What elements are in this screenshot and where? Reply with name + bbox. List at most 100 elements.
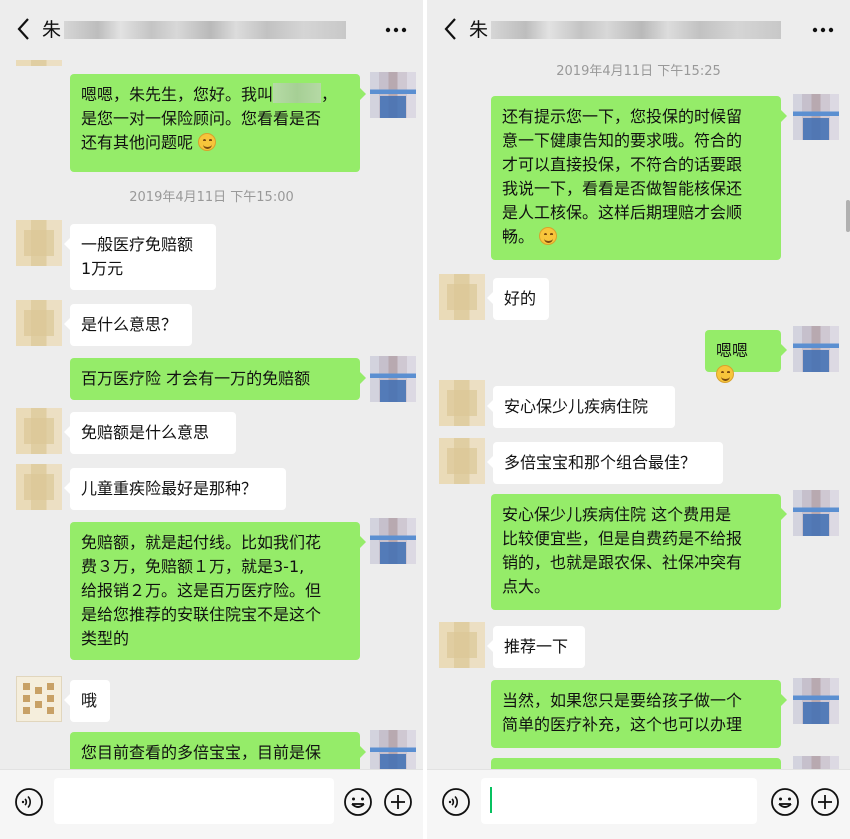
message-text: 意一下健康告知的要求哦。符合的 — [502, 131, 743, 150]
message-text: 推荐一下 — [504, 637, 569, 656]
message-text: ， — [321, 85, 338, 104]
message-text: 您目前查看的多倍宝宝，目前是保 — [81, 743, 322, 762]
message-bubble-other[interactable]: 推荐一下 — [487, 626, 585, 668]
avatar[interactable] — [439, 622, 485, 668]
message-text: 一般医疗免赔额 — [81, 235, 194, 254]
avatar-self[interactable] — [370, 730, 416, 769]
emoji-icon[interactable] — [343, 787, 373, 817]
message-bubble-self[interactable] — [491, 758, 781, 769]
voice-icon[interactable] — [441, 787, 471, 817]
message-input[interactable] — [54, 778, 334, 824]
message-text: 免赔额，就是起付线。比如我们花 — [81, 533, 322, 552]
message-text: 还有提示您一下，您投保的时候留 — [502, 107, 743, 126]
plus-icon[interactable] — [810, 787, 840, 817]
message-text: 还有其他问题呢 — [81, 133, 194, 152]
avatar-self[interactable] — [793, 678, 839, 724]
message-text: 多倍宝宝和那个组合最佳？ — [504, 453, 697, 472]
avatar[interactable] — [439, 274, 485, 320]
message-text: 当然，如果您只是要给孩子做一个 — [502, 691, 743, 710]
message-text: 销的，也就是跟农保、社保冲突有 — [502, 553, 743, 572]
message-bubble-self[interactable]: 您目前查看的多倍宝宝，目前是保 — [70, 732, 366, 769]
message-text: 简单的医疗补充，这个也可以办理 — [502, 715, 743, 734]
redacted-name — [273, 83, 322, 103]
avatar[interactable] — [439, 380, 485, 426]
message-text: 类型的 — [81, 629, 130, 648]
emoji-icon[interactable] — [770, 787, 800, 817]
text-caret — [490, 787, 492, 813]
message-text: 百万医疗险 才会有一万的免赔额 — [81, 369, 311, 388]
message-bubble-other[interactable]: 免赔额是什么意思 — [64, 412, 236, 454]
message-bubble-other[interactable]: 多倍宝宝和那个组合最佳？ — [487, 442, 723, 484]
message-bubble-other[interactable]: 好的 — [487, 278, 549, 320]
contact-name-redacted — [64, 21, 346, 39]
message-text: 免赔额是什么意思 — [81, 423, 210, 442]
message-bubble-other[interactable]: 哦 — [64, 680, 110, 722]
avatar-self[interactable] — [370, 356, 416, 402]
message-input[interactable] — [481, 778, 757, 824]
avatar[interactable] — [16, 220, 62, 266]
contact-name-redacted — [491, 21, 781, 39]
avatar[interactable] — [16, 408, 62, 454]
message-text: 畅。 — [502, 227, 535, 246]
timestamp: 2019年4月11日 下午15:00 — [129, 190, 294, 205]
avatar[interactable] — [16, 60, 62, 66]
smile-emoji-icon — [539, 227, 558, 245]
message-bubble-self[interactable]: 嗯嗯 — [705, 330, 787, 383]
avatar[interactable] — [16, 300, 62, 346]
message-text: 是什么意思？ — [81, 315, 178, 334]
more-dots-icon[interactable] — [383, 18, 409, 38]
message-bubble-self[interactable]: 百万医疗险 才会有一万的免赔额 — [70, 358, 366, 400]
message-text: 是人工核保。这样后期理赔才会顺 — [502, 203, 743, 222]
message-bubble-other[interactable]: 一般医疗免赔额 1万元 — [64, 224, 216, 290]
message-bubble-other[interactable]: 儿童重疾险最好是那种？ — [64, 468, 286, 510]
chat-panel-right: 朱 2019年4月11日 下午15:25 还有提示您一下，您投保的时候留 意一下… — [427, 0, 850, 839]
chat-header: 朱 — [0, 0, 423, 60]
avatar-self[interactable] — [793, 490, 839, 536]
message-text: 安心保少儿疾病住院 — [504, 397, 649, 416]
message-text: 嗯嗯，朱先生，您好。我叫 — [81, 85, 274, 104]
avatar-self[interactable] — [793, 94, 839, 140]
message-text: 是您一对一保险顾问。您看看是否 — [81, 109, 322, 128]
message-text: 给报销２万。这是百万医疗险。但 — [81, 581, 322, 600]
contact-name: 朱 — [469, 19, 489, 41]
message-text: 比较便宜些，但是自费药是不给报 — [502, 529, 743, 548]
message-bubble-self[interactable]: 嗯嗯，朱先生，您好。我叫 ， 是您一对一保险顾问。您看看是否 还有其他问题呢 — [70, 74, 366, 172]
smile-emoji-icon — [198, 133, 217, 151]
more-dots-icon[interactable] — [810, 18, 836, 38]
message-text: 点大。 — [502, 577, 551, 596]
message-text: 我说一下，看看是否做智能核保还 — [502, 179, 743, 198]
timestamp: 2019年4月11日 下午15:25 — [556, 64, 721, 79]
avatar[interactable] — [16, 464, 62, 510]
message-bubble-other[interactable]: 安心保少儿疾病住院 — [487, 386, 675, 428]
message-text: 嗯嗯 — [716, 341, 749, 360]
message-list[interactable]: 2019年4月11日 下午15:25 还有提示您一下，您投保的时候留 意一下健康… — [427, 60, 850, 769]
message-bubble-self[interactable]: 当然，如果您只是要给孩子做一个 简单的医疗补充，这个也可以办理 — [491, 680, 787, 748]
avatar[interactable] — [16, 676, 62, 722]
message-text: 费３万，免赔额１万，就是3-1, — [81, 557, 305, 576]
input-bar — [427, 769, 850, 839]
chat-panel-left: 朱 嗯嗯，朱先生，您好。我叫 ， 是您一对一保险顾问。您看看是否 还有其他问题呢 … — [0, 0, 423, 839]
back-chevron-icon[interactable] — [14, 14, 34, 44]
scrollbar-thumb[interactable] — [846, 200, 850, 232]
avatar[interactable] — [439, 438, 485, 484]
message-text: 安心保少儿疾病住院 这个费用是 — [502, 505, 732, 524]
message-text: 才可以直接投保，不符合的话要跟 — [502, 155, 743, 174]
plus-icon[interactable] — [383, 787, 413, 817]
message-text: 儿童重疾险最好是那种？ — [81, 479, 258, 498]
chat-header: 朱 — [427, 0, 850, 60]
message-bubble-self[interactable]: 还有提示您一下，您投保的时候留 意一下健康告知的要求哦。符合的 才可以直接投保，… — [491, 96, 787, 260]
message-list[interactable]: 嗯嗯，朱先生，您好。我叫 ， 是您一对一保险顾问。您看看是否 还有其他问题呢 20… — [0, 60, 423, 769]
message-bubble-other[interactable]: 是什么意思？ — [64, 304, 192, 346]
avatar-self[interactable] — [793, 326, 839, 372]
avatar-self[interactable] — [370, 72, 416, 118]
message-text: 好的 — [504, 289, 537, 308]
avatar-self[interactable] — [370, 518, 416, 564]
contact-name: 朱 — [42, 19, 62, 41]
message-bubble-self[interactable]: 安心保少儿疾病住院 这个费用是 比较便宜些，但是自费药是不给报 销的，也就是跟农… — [491, 494, 787, 610]
message-text: 是给您推荐的安联住院宝不是这个 — [81, 605, 322, 624]
back-chevron-icon[interactable] — [441, 14, 461, 44]
message-bubble-self[interactable]: 免赔额，就是起付线。比如我们花 费３万，免赔额１万，就是3-1, 给报销２万。这… — [70, 522, 366, 660]
input-bar — [0, 769, 423, 839]
voice-icon[interactable] — [14, 787, 44, 817]
avatar-self[interactable] — [793, 756, 839, 769]
